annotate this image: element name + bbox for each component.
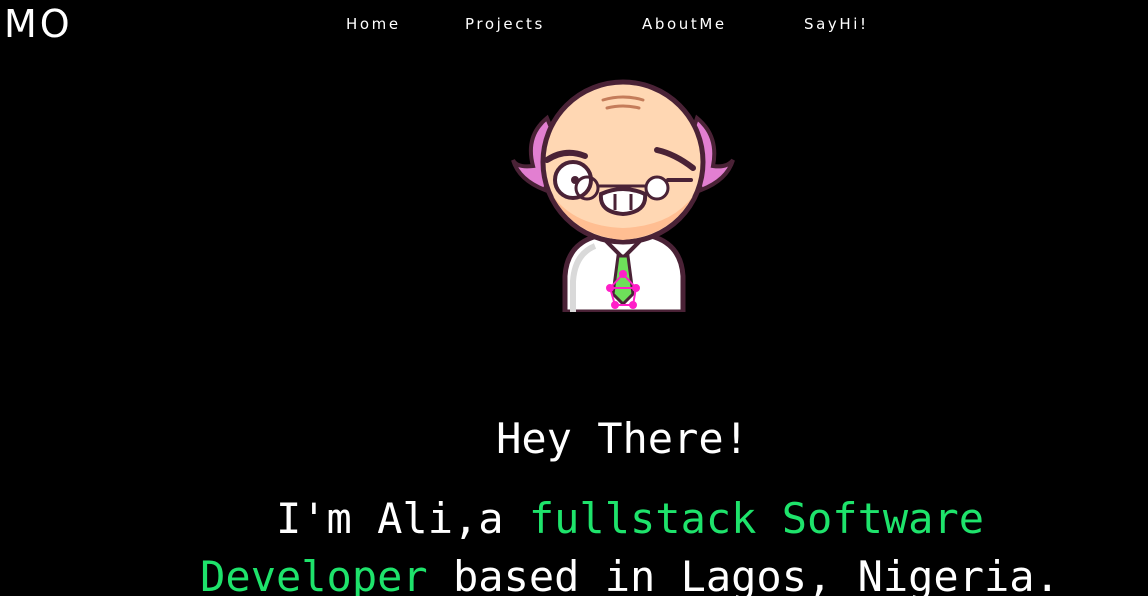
intro-suffix: based in Lagos, Nigeria. [453,552,1060,596]
hero-greeting: Hey There! [496,414,749,463]
avatar-icon [511,79,735,312]
intro-prefix: I'm Ali,a [275,494,504,543]
nav-item-say-hi[interactable]: SayHi! [804,14,869,34]
hero-intro: I'm Ali,a fullstack Software Developer b… [150,490,1110,596]
nav-item-home[interactable]: Home [346,14,401,34]
nav-item-about-me[interactable]: AboutMe [642,14,727,34]
nav-item-projects[interactable]: Projects [465,14,545,34]
main-nav: Home Projects AboutMe SayHi! [0,14,1148,34]
